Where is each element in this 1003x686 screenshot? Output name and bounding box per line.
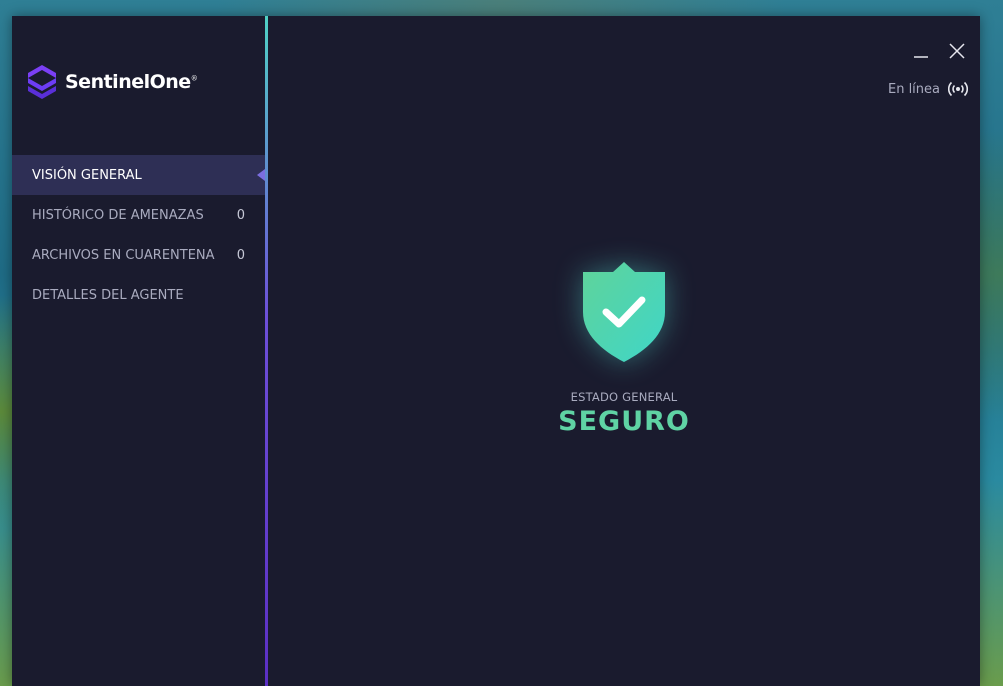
window-controls <box>894 42 966 60</box>
sidebar-item-label: HISTÓRICO DE AMENAZAS <box>32 207 204 223</box>
brand-name: SentinelOne® <box>65 71 198 93</box>
minimize-icon <box>914 56 928 58</box>
status-value: SEGURO <box>558 406 690 437</box>
sidebar-item-vision-general[interactable]: VISIÓN GENERAL <box>12 155 265 195</box>
overall-status-panel: ESTADO GENERAL SEGURO <box>268 260 980 437</box>
signal-broadcast-icon <box>948 81 968 97</box>
quarantine-count-badge: 0 <box>236 247 245 263</box>
connection-status-label: En línea <box>887 81 940 97</box>
connection-status: En línea <box>888 80 968 98</box>
minimize-button[interactable] <box>912 42 930 60</box>
app-window: SentinelOne® VISIÓN GENERAL HISTÓRICO DE… <box>12 16 980 686</box>
sidebar-item-detalles-agente[interactable]: DETALLES DEL AGENTE <box>12 275 265 315</box>
sentinelone-logo-icon <box>28 65 56 99</box>
shield-check-icon <box>583 262 665 362</box>
sidebar: SentinelOne® VISIÓN GENERAL HISTÓRICO DE… <box>12 16 265 686</box>
brand-logo: SentinelOne® <box>28 64 198 100</box>
sidebar-item-label: ARCHIVOS EN CUARENTENA <box>32 247 215 263</box>
sidebar-item-historico-amenazas[interactable]: HISTÓRICO DE AMENAZAS 0 <box>12 195 265 235</box>
main-panel: En línea ESTADO GENERAL SEGURO <box>268 16 980 686</box>
close-icon <box>949 43 965 59</box>
sidebar-item-label: DETALLES DEL AGENTE <box>32 287 184 303</box>
threats-count-badge: 0 <box>236 207 245 223</box>
close-button[interactable] <box>948 42 966 60</box>
sidebar-item-label: VISIÓN GENERAL <box>32 167 142 183</box>
status-label: ESTADO GENERAL <box>570 390 678 404</box>
sidebar-item-archivos-cuarentena[interactable]: ARCHIVOS EN CUARENTENA 0 <box>12 235 265 275</box>
sidebar-nav: VISIÓN GENERAL HISTÓRICO DE AMENAZAS 0 A… <box>12 155 265 315</box>
